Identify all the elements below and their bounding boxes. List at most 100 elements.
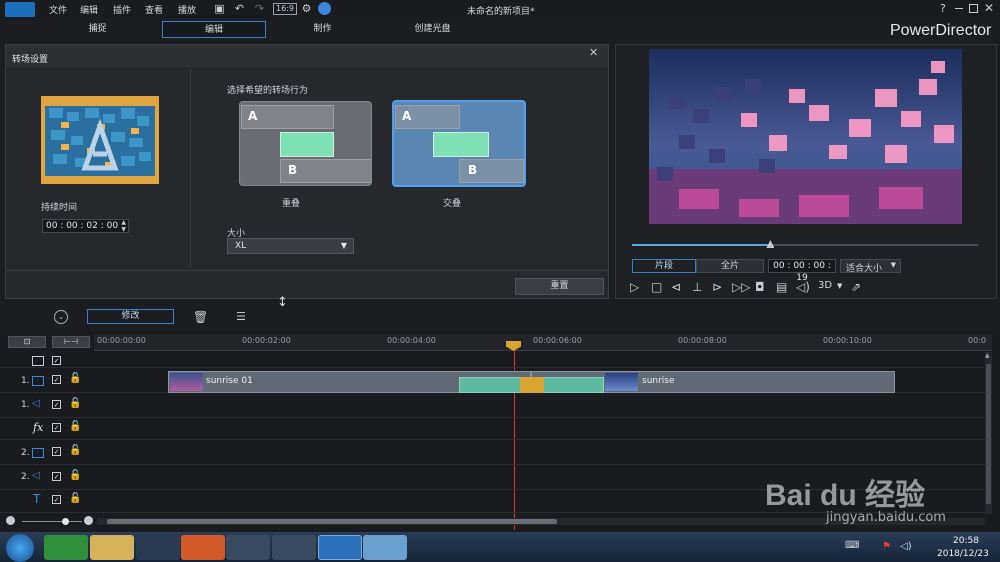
volume-icon[interactable]: ◁) [796, 280, 810, 294]
track-enable-checkbox[interactable]: ✓ [52, 447, 61, 456]
3d-dropdown-icon[interactable]: ▼ [837, 282, 842, 290]
taskbar-app-360[interactable] [44, 535, 88, 560]
3d-button[interactable]: 3D [818, 280, 832, 291]
play-icon[interactable]: ▷ [630, 280, 639, 294]
track-enable-checkbox[interactable]: ✓ [52, 400, 61, 409]
duration-input[interactable]: 00 : 00 : 02 : 00 ▲ ▼ [42, 219, 129, 233]
zoom-handle[interactable] [62, 518, 69, 525]
spinner-down-icon[interactable]: ▼ [121, 226, 126, 233]
panel-title: 转场设置 [12, 55, 49, 65]
taskbar-app-other[interactable] [363, 535, 407, 560]
previous-frame-icon[interactable]: ⊲ [671, 280, 681, 294]
menu-play[interactable]: 播放 [178, 3, 196, 16]
reset-button[interactable]: 重置 [515, 278, 604, 295]
preview-timecode[interactable]: 00 : 00 : 00 : 19 [768, 259, 836, 283]
size-select[interactable]: XL ▼ [227, 238, 354, 254]
close-icon[interactable]: ✕ [984, 1, 994, 15]
menu-view[interactable]: 查看 [145, 3, 163, 16]
spinner-up-icon[interactable]: ▲ [121, 219, 126, 226]
taskbar-app-qq[interactable] [136, 535, 180, 560]
taskbar-app-explorer[interactable] [90, 535, 134, 560]
scroll-thumb[interactable] [107, 519, 557, 524]
track-enable-checkbox[interactable]: ✓ [52, 423, 61, 432]
tab-edit[interactable]: 编辑 [162, 21, 266, 38]
save-icon[interactable]: ▣ [213, 2, 226, 15]
track-manager-button[interactable]: ⊡ [8, 336, 46, 348]
divider [6, 270, 608, 271]
audio-track-icon: ◁ [32, 470, 40, 481]
lock-icon[interactable]: 🔓 [69, 421, 81, 432]
mode-full-button[interactable]: 全片 [696, 259, 764, 273]
zoom-slider[interactable] [22, 518, 82, 525]
track-row-audio-1 [0, 393, 992, 418]
minimize-icon[interactable] [955, 8, 963, 9]
enable-all-checkbox[interactable]: ✓ [52, 356, 61, 365]
lock-icon[interactable]: 🔓 [69, 373, 81, 384]
more-options-icon[interactable]: ☰ [236, 310, 246, 323]
settings-gear-icon[interactable]: ⚙ [300, 2, 313, 15]
zoom-out-icon[interactable] [6, 516, 15, 525]
tray-keyboard-icon[interactable]: ⌨ [845, 540, 859, 551]
scroll-thumb[interactable] [986, 364, 991, 504]
undo-icon[interactable]: ↶ [233, 2, 246, 15]
fit-timeline-button[interactable]: ⊢⊣ [52, 336, 90, 348]
duration-label: 持续时间 [41, 203, 78, 213]
subtitle-icon[interactable]: ▤ [776, 280, 787, 294]
lock-icon[interactable]: 🔓 [69, 398, 81, 409]
snapshot-icon[interactable]: ◘ [755, 280, 765, 294]
start-button-icon[interactable] [6, 534, 34, 562]
lock-icon[interactable]: 🔓 [69, 470, 81, 481]
menu-plugins[interactable]: 插件 [113, 3, 131, 16]
tray-clock-date[interactable]: 2018/12/23 [937, 549, 989, 559]
timeline-vertical-scrollbar[interactable]: ▲ [985, 352, 992, 514]
ruler-tick-label: 00:00:04:00 [387, 336, 436, 345]
aspect-ratio-icon[interactable]: 16:9 [273, 3, 297, 15]
track-enable-checkbox[interactable]: ✓ [52, 495, 61, 504]
resize-handle-icon[interactable]: ↕ [277, 295, 288, 310]
chevron-down-icon: ▼ [890, 261, 896, 269]
restore-icon[interactable] [969, 4, 978, 13]
help-icon[interactable]: ? [940, 2, 946, 15]
tab-create-disc[interactable]: 创建光盘 [395, 21, 470, 38]
undock-icon[interactable]: ⇗ [851, 280, 861, 294]
cross-transition-bar [433, 132, 489, 157]
track-enable-checkbox[interactable]: ✓ [52, 375, 61, 384]
preview-seek-track[interactable] [632, 240, 978, 248]
tray-volume-icon[interactable]: ◁) [900, 541, 912, 552]
fast-forward-icon[interactable]: ▷▷ [732, 280, 750, 294]
tray-flag-icon[interactable]: ⚑ [882, 541, 891, 552]
option-cross[interactable]: A B [392, 100, 526, 187]
taskbar-app-recorder[interactable] [272, 535, 316, 560]
stop-icon[interactable]: □ [651, 280, 662, 294]
menu-file[interactable]: 文件 [49, 3, 67, 16]
scroll-up-icon[interactable]: ▲ [985, 352, 990, 359]
taskbar-app-firefox[interactable] [181, 535, 225, 560]
tab-produce[interactable]: 制作 [285, 21, 360, 38]
divider [190, 70, 191, 268]
fit-select[interactable]: 适合大小 ▼ [840, 259, 901, 274]
zoom-in-icon[interactable] [84, 516, 93, 525]
taskbar-app-media[interactable] [226, 535, 270, 560]
next-frame-icon[interactable]: ⊳ [712, 280, 722, 294]
lock-icon[interactable]: 🔓 [69, 445, 81, 456]
menu-edit[interactable]: 编辑 [80, 3, 98, 16]
delete-trash-icon[interactable]: 🗑 [193, 310, 208, 324]
tray-clock-time[interactable]: 20:58 [953, 536, 979, 546]
thumbnail-art [41, 96, 159, 184]
redo-icon[interactable]: ↷ [253, 2, 266, 15]
transition-thumb-icon [520, 377, 544, 393]
option-overlap[interactable]: A B [239, 101, 372, 186]
mode-clip-button[interactable]: 片段 [632, 259, 696, 273]
lock-icon[interactable]: 🔓 [69, 493, 81, 504]
split-icon[interactable]: ⊥ [692, 280, 702, 294]
tab-capture[interactable]: 捕捉 [60, 21, 135, 38]
upgrade-badge-icon[interactable] [318, 2, 331, 15]
option-cross-label: 交叠 [443, 199, 462, 209]
track-enable-checkbox[interactable]: ✓ [52, 472, 61, 481]
panel-close-icon[interactable]: ✕ [589, 46, 598, 59]
track-number: 2. [21, 448, 30, 458]
select-all-checkbox[interactable] [32, 356, 44, 366]
collapse-toggle-icon[interactable]: ⌄ [54, 310, 68, 324]
taskbar-app-powerdirector[interactable] [318, 535, 362, 560]
modify-button[interactable]: 修改 [87, 309, 174, 324]
